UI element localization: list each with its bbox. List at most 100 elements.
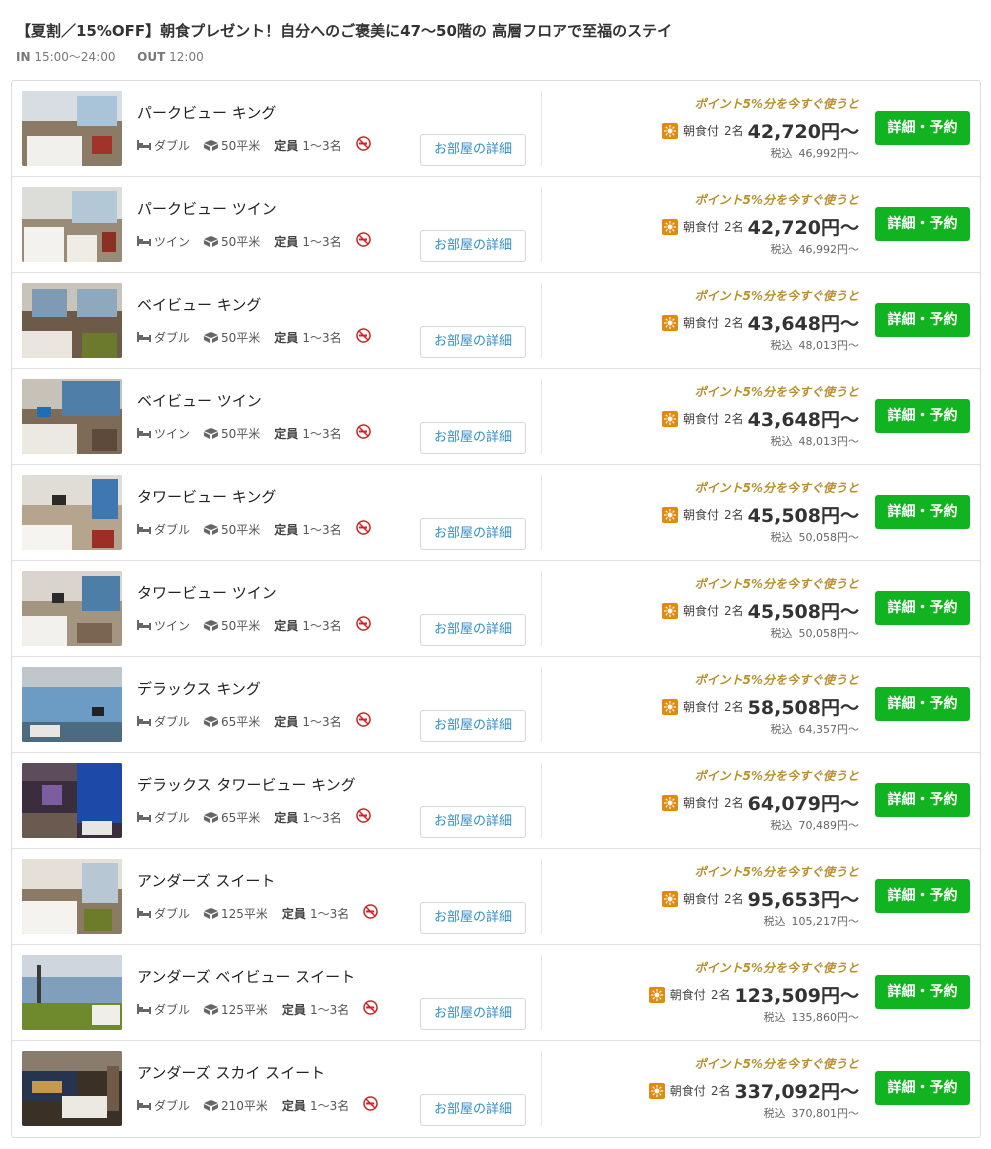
room-name[interactable]: パークビュー ツイン	[137, 198, 277, 219]
points-note: ポイント5%分を今すぐ使うと	[694, 385, 859, 399]
checkin-label: IN	[16, 50, 31, 64]
room-detail-button[interactable]: お部屋の詳細	[420, 710, 526, 742]
bed-type: ダブル	[137, 713, 190, 730]
room-detail-button[interactable]: お部屋の詳細	[420, 998, 526, 1030]
price-line: 朝食付 2名 337,092円〜	[648, 1077, 859, 1104]
room-name[interactable]: パークビュー キング	[137, 102, 276, 123]
room-photo[interactable]	[22, 571, 122, 646]
capacity-value: 1〜3名	[309, 1098, 350, 1113]
room-name[interactable]: アンダーズ スイート	[137, 870, 275, 891]
meal-icon	[662, 602, 679, 619]
book-button[interactable]: 詳細・予約	[875, 207, 970, 241]
room-photo[interactable]	[22, 859, 122, 934]
book-button[interactable]: 詳細・予約	[875, 975, 970, 1009]
room-name[interactable]: ベイビュー ツイン	[137, 390, 262, 411]
room-detail-button[interactable]: お部屋の詳細	[420, 1094, 526, 1126]
cube-icon	[204, 427, 219, 439]
room-name[interactable]: ベイビュー キング	[137, 294, 261, 315]
room-photo[interactable]	[22, 379, 122, 454]
bed-icon	[137, 1100, 151, 1110]
meal-label: 朝食付	[683, 412, 720, 426]
price-line: 朝食付 2名 42,720円〜	[662, 213, 859, 240]
capacity-label: 定員	[281, 1002, 306, 1017]
room-name[interactable]: アンダーズ スカイ スイート	[137, 1062, 325, 1083]
bed-type-label: ダブル	[154, 522, 191, 537]
book-button[interactable]: 詳細・予約	[875, 399, 970, 433]
book-button[interactable]: 詳細・予約	[875, 687, 970, 721]
price: 337,092円〜	[734, 1081, 859, 1103]
bed-icon	[137, 908, 151, 918]
room-name[interactable]: タワービュー ツイン	[137, 582, 277, 603]
bed-type: ダブル	[137, 1001, 190, 1018]
room-detail-button[interactable]: お部屋の詳細	[420, 902, 526, 934]
room-detail-button[interactable]: お部屋の詳細	[420, 806, 526, 838]
cube-icon	[204, 715, 219, 727]
room-name[interactable]: アンダーズ ベイビュー スイート	[137, 966, 355, 987]
room-size: 125平米	[204, 1001, 268, 1018]
bed-icon	[137, 716, 151, 726]
room-name[interactable]: タワービュー キング	[137, 486, 276, 507]
room-detail-button[interactable]: お部屋の詳細	[420, 422, 526, 454]
room-detail-button[interactable]: お部屋の詳細	[420, 230, 526, 262]
capacity: 定員 1〜3名	[274, 521, 341, 538]
room-photo[interactable]	[22, 763, 122, 838]
room-size: 50平米	[204, 521, 260, 538]
book-button[interactable]: 詳細・予約	[875, 303, 970, 337]
bed-icon	[137, 428, 151, 438]
room-detail-button[interactable]: お部屋の詳細	[420, 134, 526, 166]
room-size-value: 65平米	[221, 810, 261, 825]
room-detail-button[interactable]: お部屋の詳細	[420, 614, 526, 646]
bed-type: ダブル	[137, 137, 190, 154]
room-size: 65平米	[204, 809, 260, 826]
bed-type-label: ダブル	[154, 330, 191, 345]
book-button[interactable]: 詳細・予約	[875, 783, 970, 817]
tax-included-price: 税込 105,217円〜	[764, 913, 860, 929]
room-photo[interactable]	[22, 283, 122, 358]
bed-type-label: ツイン	[154, 426, 191, 441]
book-button[interactable]: 詳細・予約	[875, 879, 970, 913]
no-smoking-icon	[363, 1000, 378, 1018]
room-photo[interactable]	[22, 1051, 122, 1126]
tax-included-price: 税込 46,992円〜	[771, 145, 860, 161]
tax-price: 64,357円〜	[798, 723, 860, 736]
room-photo[interactable]	[22, 955, 122, 1030]
room-photo[interactable]	[22, 475, 122, 550]
tax-included-price: 税込 70,489円〜	[771, 817, 860, 833]
book-button[interactable]: 詳細・予約	[875, 495, 970, 529]
room-size: 50平米	[204, 425, 260, 442]
points-note: ポイント5%分を今すぐ使うと	[694, 97, 859, 111]
price: 45,508円〜	[747, 601, 859, 623]
tax-price: 70,489円〜	[798, 819, 860, 832]
room-detail-button[interactable]: お部屋の詳細	[420, 326, 526, 358]
room-list: パークビュー キング ダブル 50平米 定員 1〜3名 お部屋の詳細 ポイント5%…	[11, 80, 981, 1138]
room-photo[interactable]	[22, 91, 122, 166]
price-line: 朝食付 2名 95,653円〜	[662, 885, 859, 912]
cube-icon	[204, 907, 219, 919]
guests: 2名	[724, 412, 744, 426]
room-size-value: 125平米	[221, 906, 268, 921]
tax-price: 50,058円〜	[798, 627, 860, 640]
no-smoking-icon	[355, 424, 371, 442]
room-photo[interactable]	[22, 187, 122, 262]
price: 123,509円〜	[734, 985, 859, 1007]
room-row: パークビュー キング ダブル 50平米 定員 1〜3名 お部屋の詳細 ポイント5%…	[12, 81, 980, 177]
bed-type: ダブル	[137, 809, 190, 826]
cube-icon	[204, 139, 219, 151]
bed-icon	[137, 524, 151, 534]
room-photo[interactable]	[22, 667, 122, 742]
tax-label: 税込	[770, 147, 793, 160]
bed-icon	[137, 236, 151, 246]
book-button[interactable]: 詳細・予約	[875, 591, 970, 625]
price: 42,720円〜	[747, 217, 859, 239]
meal-label: 朝食付	[683, 316, 720, 330]
room-detail-button[interactable]: お部屋の詳細	[420, 518, 526, 550]
divider	[541, 379, 542, 454]
book-button[interactable]: 詳細・予約	[875, 1071, 970, 1105]
book-button[interactable]: 詳細・予約	[875, 111, 970, 145]
room-name[interactable]: デラックス キング	[137, 678, 261, 699]
no-smoking-icon	[355, 136, 371, 154]
points-note: ポイント5%分を今すぐ使うと	[694, 769, 859, 783]
room-name[interactable]: デラックス タワービュー キング	[137, 774, 356, 795]
capacity-label: 定員	[274, 618, 299, 633]
room-size: 50平米	[204, 617, 260, 634]
